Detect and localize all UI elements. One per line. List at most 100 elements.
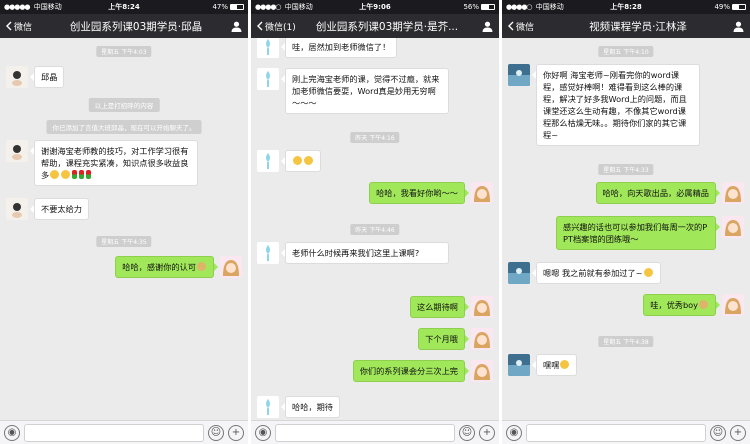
plus-icon[interactable]: + (228, 424, 244, 441)
nav-bar: 微信(1) 创业园系列课03期学员·是芥... (251, 14, 499, 38)
avatar[interactable] (508, 262, 530, 284)
message-bubble[interactable]: 哇，居然加到老师微信了！ (280, 38, 398, 58)
avatar[interactable] (722, 216, 744, 238)
battery-icon (732, 4, 746, 10)
back-chevron-icon (508, 21, 514, 31)
message-bubble[interactable]: 你们的系列课会分三次上完 (352, 360, 470, 382)
chat-info-button[interactable] (222, 21, 242, 32)
message-row: 老师什么时候再来我们这里上课啊? (257, 242, 493, 264)
input-bar: ◉ ☺ + (251, 420, 499, 444)
chat-info-button[interactable] (724, 21, 744, 32)
message-text: 哈哈，感谢你的认可 (122, 262, 196, 272)
smile-emoji-icon (50, 170, 60, 179)
message-list[interactable]: 星期五 下午4:10 你好啊 海宝老师~刚看完你的word课程，感觉好棒啊！难得… (502, 38, 750, 420)
message-row: 谢谢海宝老师教的技巧，对工作学习很有帮助，课程充实紧凑，知识点很多收益良多 (6, 140, 242, 186)
avatar[interactable] (257, 68, 279, 90)
message-bubble[interactable]: 哈哈，向天歌出品，必属精品 (595, 182, 721, 204)
avatar[interactable] (722, 294, 744, 316)
message-row: 刚上完海宝老师的课，觉得不过瘾，就来加老师微信要耍，Word真是妙用无穷啊～～～ (257, 68, 493, 114)
person-icon (231, 21, 242, 32)
system-notice: 以上是打招呼的内容 (88, 98, 160, 112)
voice-icon[interactable]: ◉ (506, 424, 522, 441)
avatar[interactable] (471, 296, 493, 318)
message-row: 哇，优秀boy (508, 294, 744, 316)
avatar[interactable] (220, 256, 242, 278)
message-input[interactable] (24, 423, 204, 442)
nav-bar: 微信 视频课程学员·江林泽 (502, 14, 750, 38)
back-button[interactable]: 微信 (508, 20, 552, 33)
shy-emoji-icon (293, 156, 302, 165)
avatar[interactable] (257, 38, 279, 58)
chat-panel-2: ●●●●○ 中国移动 上午9:06 56% 微信(1) 创业园系列课03期学员·… (251, 0, 499, 444)
emoji-icon[interactable]: ☺ (710, 424, 726, 441)
message-bubble[interactable]: 老师什么时候再来我们这里上课啊? (281, 242, 449, 264)
status-time: 上午9:06 (359, 3, 391, 11)
plus-icon[interactable]: + (479, 424, 495, 441)
message-row: 邱晶 (6, 66, 242, 88)
message-row: 你们的系列课会分三次上完 (257, 360, 493, 382)
message-bubble[interactable]: 哈哈，感谢你的认可 (115, 256, 218, 278)
message-row: 嗯嗯 我之前就有参加过了~ (508, 262, 744, 284)
message-row: 哈哈，向天歌出品，必属精品 (508, 182, 744, 204)
message-row: 哈哈，期待 (257, 396, 493, 418)
avatar[interactable] (508, 354, 530, 376)
rose-emoji-icon (72, 170, 78, 179)
message-bubble[interactable]: 哈哈，我看好你哟～～ (369, 182, 469, 204)
emoji-icon[interactable]: ☺ (459, 424, 475, 441)
back-button[interactable]: 微信(1) (257, 20, 301, 33)
message-bubble[interactable]: 感兴趣的话也可以参加我们每周一次的PPT档案馆的团练哦～ (556, 216, 720, 250)
chat-info-button[interactable] (473, 21, 493, 32)
message-list[interactable]: 星期五 下午4:03 邱晶 以上是打招呼的内容 你已添加了言值大班邱晶，现在可以… (0, 38, 248, 420)
message-bubble[interactable]: 邱晶 (29, 66, 65, 88)
emoji-icon[interactable]: ☺ (208, 424, 224, 441)
message-bubble[interactable]: 嗯嗯 我之前就有参加过了~ (532, 262, 661, 284)
input-bar: ◉ ☺ + (502, 420, 750, 444)
voice-icon[interactable]: ◉ (255, 424, 271, 441)
message-bubble[interactable]: 这么期待啊 (410, 296, 469, 318)
clap-emoji-icon (197, 262, 206, 271)
timestamp: 星期五 下午4:10 (598, 46, 654, 57)
chat-panel-3: ●●●●○ 中国移动 上午8:28 49% 微信 视频课程学员·江林泽 星期五 … (502, 0, 750, 444)
timestamp: 星期五 下午4:33 (598, 164, 654, 175)
message-text: 嗯嗯 我之前就有参加过了~ (543, 268, 643, 278)
message-row: 不要太给力 (6, 198, 242, 220)
avatar[interactable] (6, 66, 28, 88)
timestamp: 星期五 下午4:38 (598, 336, 654, 347)
avatar[interactable] (6, 140, 28, 162)
message-bubble[interactable]: 哈哈，期待 (281, 396, 340, 418)
message-row: 哇，居然加到老师微信了！ (257, 38, 493, 58)
timestamp: 星期五 下午4:03 (96, 46, 152, 57)
avatar[interactable] (257, 242, 279, 264)
timestamp: 星期五 下午4:35 (96, 236, 152, 247)
message-bubble[interactable]: 你好啊 海宝老师~刚看完你的word课程，感觉好棒啊！难得看到这么棒的课程，解决… (532, 64, 700, 146)
message-bubble[interactable]: 不要太给力 (30, 198, 89, 220)
avatar[interactable] (6, 198, 28, 220)
message-bubble[interactable]: 哇，优秀boy (643, 294, 720, 316)
message-row: 哈哈，感谢你的认可 (6, 256, 242, 278)
avatar[interactable] (471, 360, 493, 382)
avatar[interactable] (722, 182, 744, 204)
smile-emoji-icon (61, 170, 71, 179)
message-input[interactable] (275, 423, 455, 442)
voice-icon[interactable]: ◉ (4, 424, 20, 441)
avatar[interactable] (471, 182, 493, 204)
plus-icon[interactable]: + (730, 424, 746, 441)
message-text: 哇，优秀boy (650, 300, 698, 310)
avatar[interactable] (257, 396, 279, 418)
back-button[interactable]: 微信 (6, 20, 50, 33)
chat-title: 创业园系列课03期学员·是芥... (315, 20, 459, 33)
message-bubble[interactable] (281, 150, 321, 172)
message-input[interactable] (526, 423, 706, 442)
avatar[interactable] (257, 150, 279, 172)
battery-icon (230, 4, 244, 10)
rose-emoji-icon (86, 170, 92, 179)
message-bubble[interactable]: 下个月哦 (418, 328, 469, 350)
message-bubble[interactable]: 嘿嘿 (531, 354, 578, 376)
smile-emoji-icon (643, 268, 653, 277)
avatar[interactable] (508, 64, 530, 86)
message-list[interactable]: 哇，居然加到老师微信了！ 刚上完海宝老师的课，觉得不过瘾，就来加老师微信要耍，W… (251, 38, 499, 420)
message-bubble[interactable]: 刚上完海宝老师的课，觉得不过瘾，就来加老师微信要耍，Word真是妙用无穷啊～～～ (281, 68, 449, 114)
message-bubble[interactable]: 谢谢海宝老师教的技巧，对工作学习很有帮助，课程充实紧凑，知识点很多收益良多 (30, 140, 198, 186)
avatar[interactable] (471, 328, 493, 350)
chat-title: 视频课程学员·江林泽 (589, 20, 687, 33)
